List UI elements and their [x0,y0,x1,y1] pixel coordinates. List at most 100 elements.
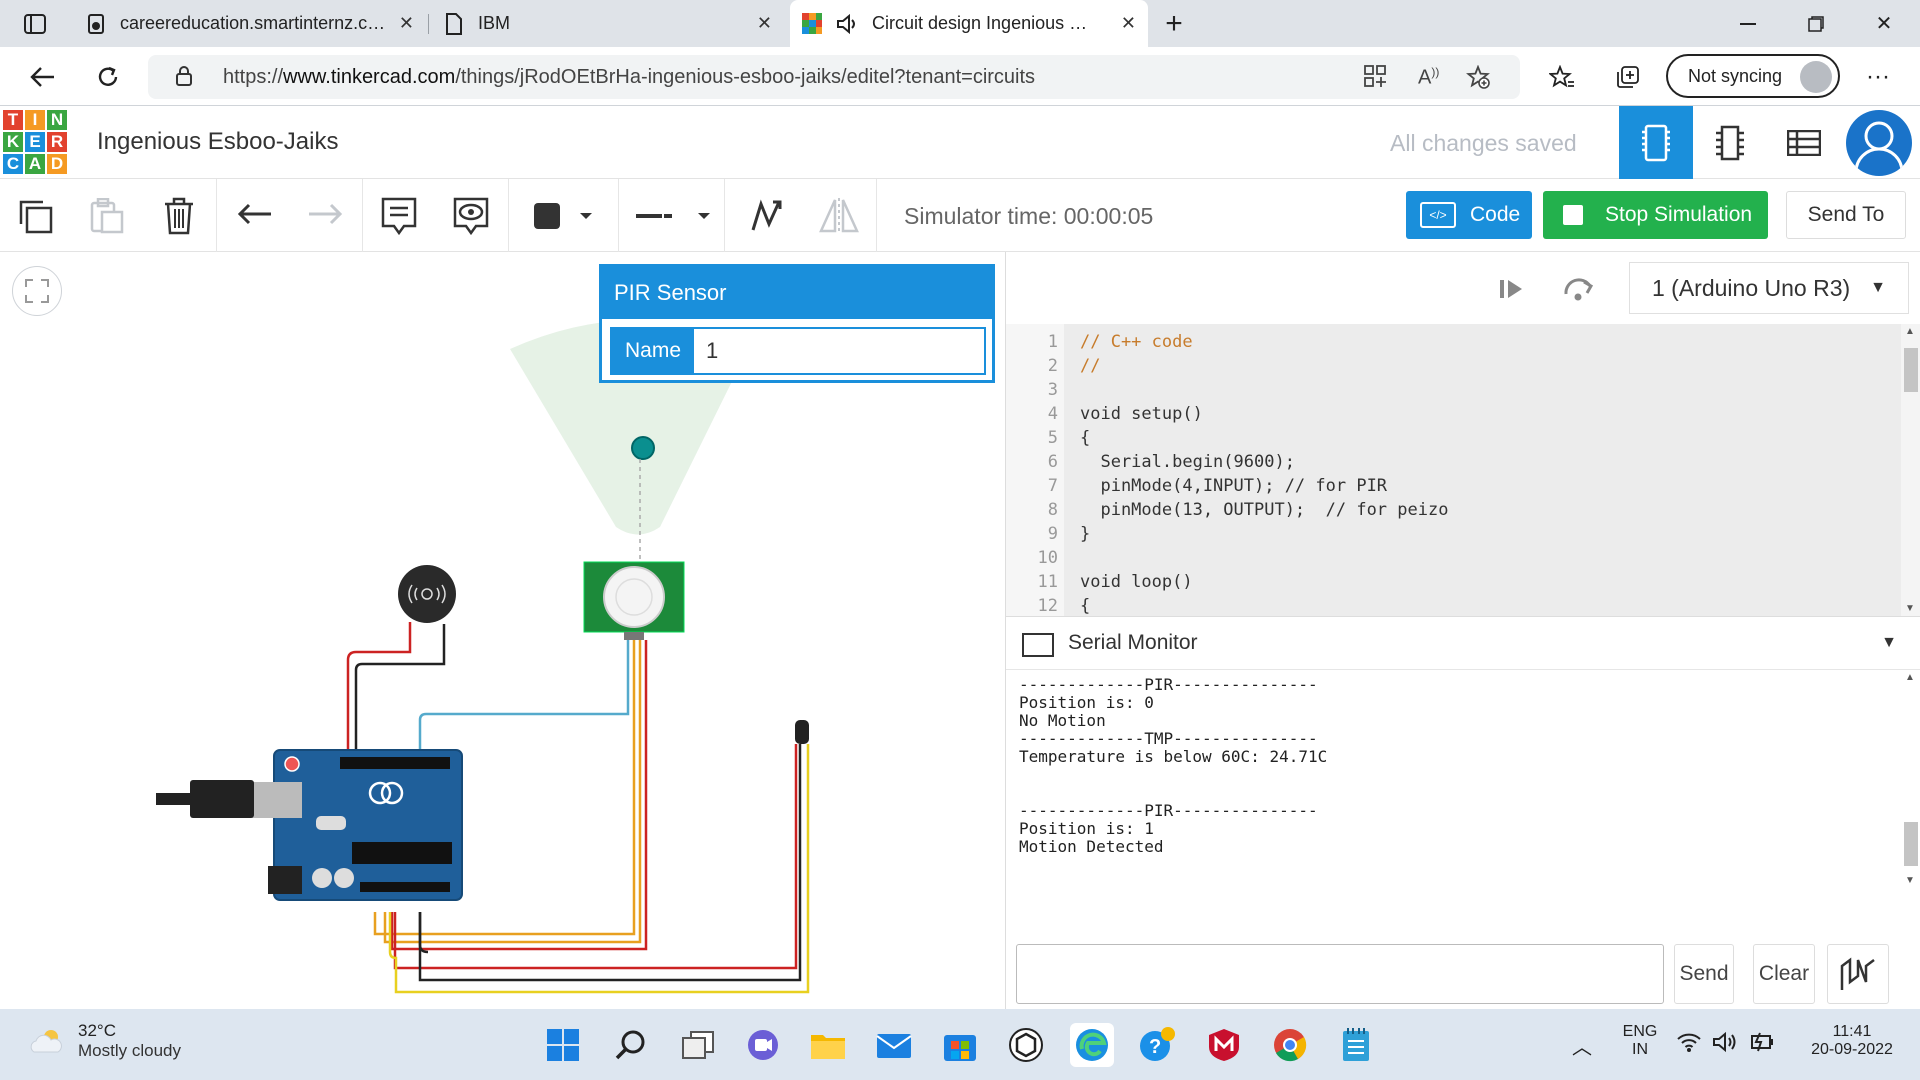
close-icon[interactable]: ✕ [399,13,414,34]
refresh-icon[interactable] [88,57,128,97]
chrome-icon[interactable] [1268,1023,1312,1067]
battery-icon[interactable] [1748,1031,1774,1058]
rotate-icon[interactable] [742,193,788,239]
task-view-icon[interactable] [676,1023,720,1067]
name-field-row: Name 1 [610,327,986,375]
back-icon[interactable] [22,57,62,97]
tab-actions-icon[interactable] [0,0,70,47]
clear-button[interactable]: Clear [1753,944,1815,1004]
notepad-icon[interactable] [1334,1023,1378,1067]
serial-scrollbar[interactable]: ▲ ▼ [1901,670,1920,888]
speaker-icon[interactable] [836,13,856,34]
mail-icon[interactable] [872,1023,916,1067]
project-title[interactable]: Ingenious Esboo-Jaiks [97,128,338,156]
new-tab-button[interactable]: + [1140,0,1208,47]
send-to-button[interactable]: Send To [1786,191,1906,239]
more-options-icon[interactable]: ··· [1858,57,1898,97]
url-text[interactable]: https://www.tinkercad.com/things/jRodOEt… [223,66,1035,89]
minimize-button[interactable] [1714,0,1782,47]
code-line: { [1080,596,1091,616]
restore-button[interactable] [1782,0,1850,47]
tab-ibm[interactable]: IBM ✕ [432,0,784,47]
close-icon[interactable]: ✕ [1121,13,1136,34]
code-line: } [1080,524,1091,544]
tab-careereducation[interactable]: careereducation.smartinternz.com ✕ [74,0,426,47]
color-picker[interactable] [528,193,608,239]
step-over-icon[interactable] [1562,272,1596,306]
simulator-time: Simulator time: 00:00:05 [904,203,1154,229]
collections-icon[interactable] [1608,57,1648,97]
name-field-input[interactable]: 1 [694,329,718,373]
serial-line: -------------PIR--------------- [1019,801,1318,820]
component-list-button[interactable] [1767,106,1841,179]
wifi-icon[interactable] [1676,1031,1702,1058]
serial-line: Position is: 0 [1019,693,1154,712]
chevron-up-icon[interactable]: ︿ [1572,1031,1592,1060]
monitor-icon [1022,633,1054,657]
edge-browser-icon[interactable] [1070,1023,1114,1067]
stop-simulation-button[interactable]: Stop Simulation [1543,191,1768,239]
chevron-down-icon: ▼ [1870,279,1886,296]
board-select[interactable]: 1 (Arduino Uno R3) ▼ [1629,262,1909,314]
file-explorer-icon[interactable] [806,1023,850,1067]
mcafee-icon[interactable] [1202,1023,1246,1067]
serial-line: -------------TMP--------------- [1019,729,1318,748]
save-status: All changes saved [1390,130,1577,156]
serial-line: Position is: 1 [1019,819,1154,838]
close-window-button[interactable]: ✕ [1850,0,1918,47]
notes-icon[interactable] [376,193,422,239]
clock[interactable]: 11:41 20-09-2022 [1792,1023,1912,1059]
undo-icon[interactable] [232,193,278,239]
search-icon[interactable] [608,1023,652,1067]
chatgpt-app-icon[interactable] [1004,1023,1048,1067]
serial-monitor-header[interactable]: Serial Monitor ▼ [1006,616,1920,670]
url-bar[interactable]: https://www.tinkercad.com/things/jRodOEt… [148,55,1520,99]
chevron-down-icon[interactable]: ▼ [1881,634,1897,652]
chat-icon[interactable] [741,1023,785,1067]
date: 20-09-2022 [1811,1041,1893,1058]
profile-sync-button[interactable]: Not syncing [1666,54,1840,98]
code-panel-header: 1 (Arduino Uno R3) ▼ [1006,252,1920,324]
start-icon[interactable] [541,1023,585,1067]
graph-toggle-button[interactable] [1827,944,1889,1004]
send-button[interactable]: Send [1674,944,1734,1004]
language-indicator[interactable]: ENG IN [1618,1023,1662,1059]
paste-icon[interactable] [84,193,130,239]
name-field-label: Name [612,329,694,373]
breadboard-icon [1642,124,1670,161]
redo-icon[interactable] [302,193,348,239]
store-icon[interactable] [938,1023,982,1067]
close-icon[interactable]: ✕ [757,13,772,34]
tab-title: IBM [478,13,511,33]
temperature: 32°C [78,1021,116,1040]
weather-widget[interactable]: 32°C Mostly cloudy [28,1021,181,1061]
notes-visibility-icon[interactable] [448,193,494,239]
editor-scrollbar[interactable]: ▲ ▼ [1901,324,1920,616]
read-aloud-icon[interactable]: A)) [1418,65,1439,90]
lock-icon[interactable] [176,66,192,91]
favorites-icon[interactable] [1542,57,1582,97]
serial-line: Temperature is below 60C: 24.71C [1019,747,1328,766]
tinkercad-logo[interactable]: T I N K E R C A D [2,109,68,175]
favorite-add-icon[interactable] [1466,64,1490,95]
circuit-canvas[interactable]: PIR Sensor Name 1 [0,252,1005,1009]
schematic-view-button[interactable] [1693,106,1767,179]
sync-label: Not syncing [1688,65,1783,86]
stop-label: Stop Simulation [1605,203,1753,226]
flip-icon[interactable] [816,193,862,239]
code-button[interactable]: </> Code [1406,191,1532,239]
volume-icon[interactable] [1712,1031,1738,1058]
trash-icon[interactable] [156,193,202,239]
app-available-icon[interactable] [1364,65,1386,93]
tab-circuit-design[interactable]: Circuit design Ingenious Esboo-Jaiks ✕ [790,0,1148,47]
circuit-view-button[interactable] [1619,106,1693,179]
serial-input-field[interactable] [1016,944,1664,1004]
help-icon[interactable]: ? [1136,1023,1180,1067]
user-avatar[interactable] [1846,110,1912,176]
code-editor[interactable]: 1 2 3 4 5 6 7 8 9 10 11 12 // C++ code /… [1006,324,1920,616]
list-icon [1787,129,1821,156]
step-icon[interactable] [1494,272,1528,306]
wire-type-picker[interactable] [632,193,712,239]
serial-line: Motion Detected [1019,837,1164,856]
copy-icon[interactable] [12,193,58,239]
